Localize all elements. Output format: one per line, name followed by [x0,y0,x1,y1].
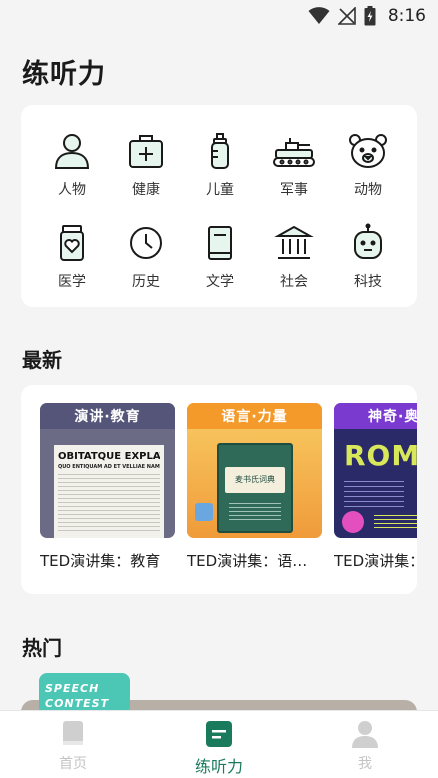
category-animal[interactable]: 动物 [331,129,405,199]
home-book-icon [58,719,88,749]
category-label: 历史 [132,274,160,290]
category-card: 人物 健康 儿童 军事 动物 医学 历史 文学 社会 科技 [21,105,417,307]
status-time: 8:16 [387,6,426,26]
category-label: 儿童 [206,182,234,198]
category-grid: 人物 健康 儿童 军事 动物 医学 历史 文学 社会 科技 [35,129,405,291]
tank-icon [272,129,316,173]
book-cover: 语言·力量 麦书氏词典 [187,403,322,538]
book-icon [198,221,242,265]
nav-label: 练听力 [194,757,243,776]
category-label: 科技 [354,274,382,290]
category-health[interactable]: 健康 [109,129,183,199]
nav-label: 首页 [59,756,87,772]
category-label: 社会 [280,274,308,290]
robot-icon [346,221,390,265]
category-label: 医学 [58,274,86,290]
wifi-icon [308,7,330,24]
book-cover: 神奇·奥秘 ROMA ESSE [334,403,417,538]
cover-subline: QUO ENTIQUAM AD ET VELLIAE NAM [58,464,160,470]
listening-icon [204,719,234,749]
nav-label: 我 [358,756,372,772]
badge-line-2: CONTEST [45,697,110,710]
cover-headline: OBITATQUE EXPLATIS [58,451,160,462]
category-children[interactable]: 儿童 [183,129,257,199]
battery-icon [364,6,376,26]
bear-icon [346,129,390,173]
category-society[interactable]: 社会 [257,221,331,291]
cover-headline: ROMA ESSE [344,439,417,472]
badge-line-1: SPEECH [45,682,100,695]
nav-home[interactable]: 首页 [0,711,146,778]
no-signal-icon [337,7,356,25]
bottom-nav: 首页 练听力 我 [0,710,438,778]
nav-listening[interactable]: 练听力 [146,711,292,778]
category-label: 军事 [280,182,308,198]
speech-contest-badge[interactable]: SPEECH CONTEST [39,673,130,715]
latest-list: 演讲·教育 OBITATQUE EXPLATIS QUO ENTIQUAM AD… [40,403,417,571]
medicine-bottle-icon [50,221,94,265]
latest-item[interactable]: 神奇·奥秘 ROMA ESSE TED演讲集：神奇·奥秘 [334,403,417,571]
book-title: TED演讲集：教育 [40,552,161,570]
cover-tag: 演讲·教育 [40,403,175,429]
institution-icon [272,221,316,265]
book-cover: 演讲·教育 OBITATQUE EXPLATIS QUO ENTIQUAM AD… [40,403,175,538]
latest-item[interactable]: 演讲·教育 OBITATQUE EXPLATIS QUO ENTIQUAM AD… [40,403,175,571]
cover-tag: 语言·力量 [187,403,322,429]
latest-item[interactable]: 语言·力量 麦书氏词典 TED演讲集：语言·力量 [187,403,322,571]
category-label: 文学 [206,274,234,290]
section-title-latest: 最新 [22,348,62,372]
latest-card: 演讲·教育 OBITATQUE EXPLATIS QUO ENTIQUAM AD… [21,385,417,594]
category-literature[interactable]: 文学 [183,221,257,291]
profile-icon [350,719,380,749]
medical-kit-icon [124,129,168,173]
baby-bottle-icon [198,129,242,173]
cover-tag: 神奇·奥秘 [334,403,417,429]
category-medicine[interactable]: 医学 [35,221,109,291]
category-label: 人物 [58,182,86,198]
cover-book-title: 麦书氏词典 [225,467,285,493]
page-title: 练听力 [22,59,106,90]
category-military[interactable]: 军事 [257,129,331,199]
category-technology[interactable]: 科技 [331,221,405,291]
book-title: TED演讲集：神奇·奥秘 [334,552,417,570]
person-icon [50,129,94,173]
section-title-hot: 热门 [22,636,62,660]
category-history[interactable]: 历史 [109,221,183,291]
category-label: 动物 [354,182,382,198]
status-bar: 8:16 [0,0,438,32]
clock-icon [124,221,168,265]
book-title: TED演讲集：语言·力量 [187,552,322,570]
category-label: 健康 [132,182,160,198]
category-person[interactable]: 人物 [35,129,109,199]
nav-profile[interactable]: 我 [292,711,438,778]
